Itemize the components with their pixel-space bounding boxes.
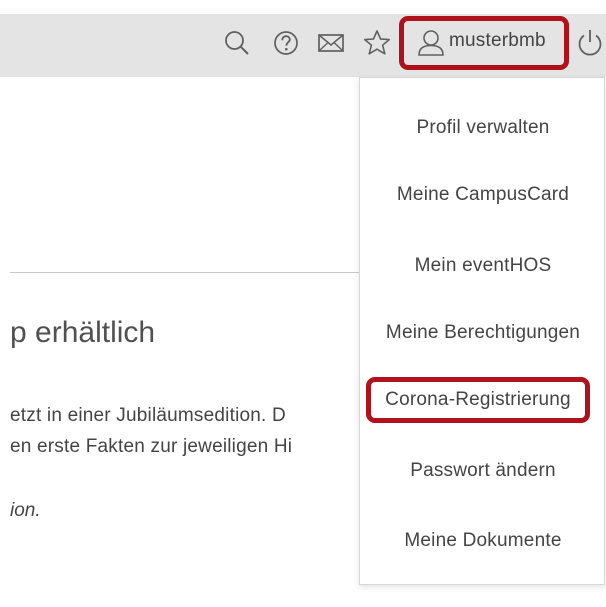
- page: musterbmb p erhältlich etzt in einer Jub…: [0, 0, 606, 607]
- username-label: musterbmb: [449, 30, 546, 51]
- article-text-line: en erste Fakten zur jeweiligen Hi: [10, 436, 293, 457]
- menu-item-documents[interactable]: Meine Dokumente: [360, 529, 606, 553]
- mail-icon[interactable]: [316, 28, 346, 58]
- star-icon[interactable]: [362, 28, 392, 58]
- user-dropdown-menu: Profil verwalten Meine CampusCard Mein e…: [359, 77, 605, 585]
- menu-item-eventhos[interactable]: Mein eventHOS: [360, 254, 606, 278]
- menu-item-campuscard[interactable]: Meine CampusCard: [360, 183, 606, 207]
- user-icon: [416, 28, 446, 58]
- article-heading: p erhältlich: [10, 316, 156, 349]
- search-icon[interactable]: [222, 28, 252, 58]
- menu-item-permissions[interactable]: Meine Berechtigungen: [360, 321, 606, 345]
- article-text-line: etzt in einer Jubiläumsedition. D: [10, 405, 286, 426]
- power-icon[interactable]: [575, 27, 605, 57]
- help-icon[interactable]: [271, 28, 301, 58]
- article-italic-text: ion.: [10, 500, 41, 521]
- user-menu-button[interactable]: musterbmb: [399, 16, 569, 70]
- content-divider: [10, 272, 370, 273]
- menu-item-change-password[interactable]: Passwort ändern: [360, 459, 606, 483]
- menu-item-corona-registration[interactable]: Corona-Registrierung: [366, 377, 590, 423]
- menu-item-profile[interactable]: Profil verwalten: [360, 116, 606, 140]
